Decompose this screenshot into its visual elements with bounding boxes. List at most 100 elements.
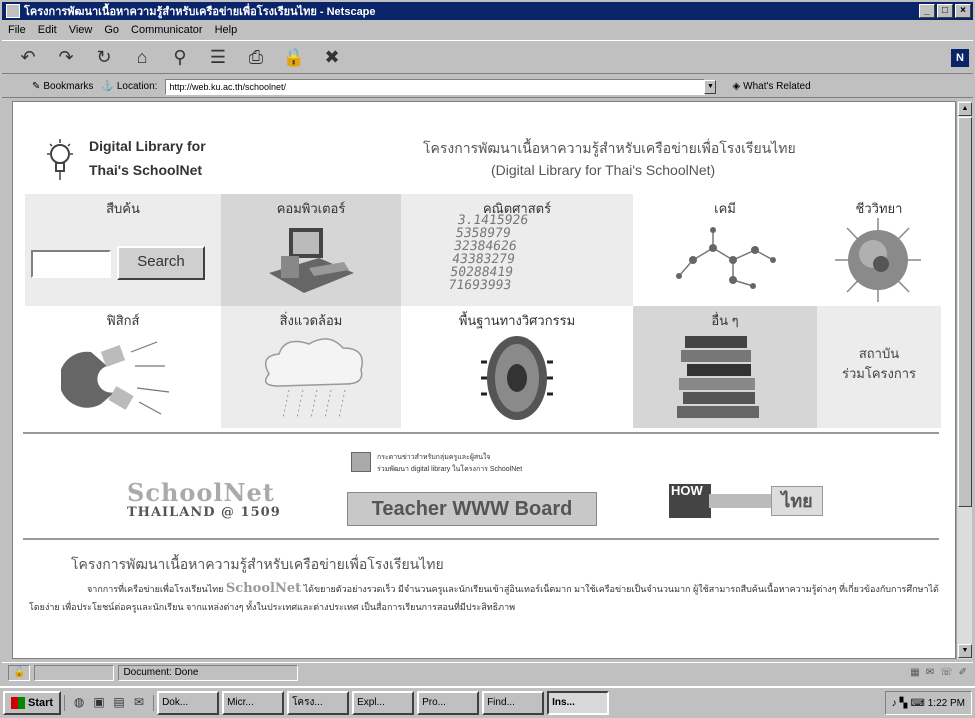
netscape-app-icon xyxy=(6,4,20,18)
computer-icon xyxy=(269,228,354,293)
cell-organism-icon xyxy=(835,218,921,302)
url-field[interactable]: http://web.ku.ac.th/schoolnet/ xyxy=(165,78,706,95)
menu-file[interactable]: File xyxy=(8,24,26,36)
forward-icon[interactable]: ↷ xyxy=(54,45,78,69)
vertical-scrollbar[interactable]: ▲ ▼ xyxy=(956,101,972,659)
whats-related-label: What's Related xyxy=(743,81,811,92)
para-start: จากการที่เครือข่ายเพื่อโรงเรียนไทย xyxy=(87,584,224,594)
start-label: Start xyxy=(28,697,54,709)
partners-line-2: ร่วมโครงการ xyxy=(841,366,916,381)
board-icon xyxy=(351,452,371,472)
guide-icon[interactable]: ☰ xyxy=(206,45,230,69)
close-button[interactable]: × xyxy=(955,4,971,18)
outlook-icon[interactable]: ✉ xyxy=(131,695,147,711)
print-icon[interactable]: ⎙ xyxy=(244,45,268,69)
category-engineering[interactable]: พื้นฐานทางวิศวกรรม xyxy=(401,306,633,428)
menu-view[interactable]: View xyxy=(69,24,93,36)
location-icon: ⚓ xyxy=(101,81,114,92)
system-tray: ♪ ▚ ⌨ 1:22 PM xyxy=(884,691,972,715)
category-physics[interactable]: ฟิสิกส์ xyxy=(25,306,221,428)
start-button[interactable]: Start xyxy=(3,691,62,715)
task-button[interactable]: Dok... xyxy=(157,691,220,715)
navigator-icon[interactable]: ▦ xyxy=(910,667,919,678)
quick-launch: ◍ ▣ ▤ ✉ xyxy=(64,695,155,711)
keyboard-icon[interactable]: ⌨ xyxy=(910,698,924,709)
clock[interactable]: 1:22 PM xyxy=(928,698,965,709)
bookmarks-label: Bookmarks xyxy=(43,81,94,92)
windows-taskbar: Start ◍ ▣ ▤ ✉ Dok... Micr... โครง... Exp… xyxy=(0,686,975,718)
digital-library-logo[interactable]: Digital Library for Thai's SchoolNet xyxy=(35,132,295,192)
network-icon[interactable]: ▚ xyxy=(900,698,908,709)
task-button[interactable]: Expl... xyxy=(352,691,415,715)
mail-icon[interactable]: ✉ xyxy=(926,667,934,678)
reload-icon[interactable]: ↻ xyxy=(92,45,116,69)
menu-go[interactable]: Go xyxy=(104,24,119,36)
category-environment-label: สิ่งแวดล้อม xyxy=(279,313,343,328)
search-icon[interactable]: ⚲ xyxy=(168,45,192,69)
intro-paragraph: จากการที่เครือข่ายเพื่อโรงเรียนไทย Schoo… xyxy=(29,580,941,616)
security-status-icon[interactable]: 🔓 xyxy=(8,664,31,681)
status-bar: 🔓 Document: Done ▦ ✉ ☏ ✐ xyxy=(2,662,973,682)
category-chemistry-label: เคมี xyxy=(714,201,736,216)
category-environment[interactable]: สิ่งแวดล้อม xyxy=(221,306,401,428)
banner-bar xyxy=(709,494,771,508)
volume-icon[interactable]: ♪ xyxy=(892,698,897,709)
netscape-logo[interactable]: N xyxy=(951,49,969,67)
scroll-up-arrow[interactable]: ▲ xyxy=(958,102,972,116)
back-icon[interactable]: ↶ xyxy=(16,45,40,69)
menu-bar: File Edit View Go Communicator Help xyxy=(2,21,973,39)
home-icon[interactable]: ⌂ xyxy=(130,45,154,69)
section-divider-top xyxy=(23,432,939,434)
bookmarks-button[interactable]: ✎ Bookmarks xyxy=(32,81,93,92)
category-math[interactable]: คณิตศาสตร์ 3.1415926 5358979 32384626 43… xyxy=(401,194,633,306)
category-others[interactable]: อื่น ๆ xyxy=(633,306,817,428)
task-button-active[interactable]: Ins... xyxy=(547,691,610,715)
task-button[interactable]: Pro... xyxy=(417,691,480,715)
gear-icon xyxy=(481,336,553,420)
task-button[interactable]: Micr... xyxy=(222,691,285,715)
section-title: โครงการพัฒนาเนื้อหาความรู้สำหรับเครือข่า… xyxy=(71,556,444,572)
page-title-english: (Digital Library for Thai's SchoolNet) xyxy=(491,162,716,178)
category-chemistry[interactable]: เคมี xyxy=(633,194,817,306)
status-text: Document: Done xyxy=(118,664,299,681)
security-icon[interactable]: 🔒 xyxy=(282,45,306,69)
schoolnet-thailand-logo[interactable]: SchoolNet THAILAND @ 1509 xyxy=(127,478,317,532)
scroll-down-arrow[interactable]: ▼ xyxy=(958,644,972,658)
page-title-thai: โครงการพัฒนาเนื้อหาความรู้สำหรับเครือข่า… xyxy=(423,140,796,156)
partners-label: สถาบัน ร่วมโครงการ xyxy=(817,344,941,384)
menu-edit[interactable]: Edit xyxy=(38,24,57,36)
page-content: Digital Library for Thai's SchoolNet โคร… xyxy=(12,101,956,659)
task-button[interactable]: Find... xyxy=(482,691,545,715)
category-biology[interactable]: ชีววิทยา xyxy=(817,194,941,306)
related-icon: ◈ xyxy=(732,81,741,92)
logo-line-1: Digital Library for xyxy=(89,138,206,154)
stop-icon[interactable]: ✖ xyxy=(320,45,344,69)
search-button[interactable]: Search xyxy=(117,246,205,280)
category-physics-label: ฟิสิกส์ xyxy=(106,313,140,328)
how-to-thai-banner[interactable]: HOW ไทย xyxy=(669,484,847,522)
molecule-icon xyxy=(676,227,776,289)
menu-communicator[interactable]: Communicator xyxy=(131,24,203,36)
how-label: HOW xyxy=(669,484,711,518)
magnet-icon xyxy=(61,341,170,415)
task-button[interactable]: โครง... xyxy=(287,691,350,715)
url-dropdown-button[interactable]: ▼ xyxy=(704,79,717,94)
whats-related-button[interactable]: ◈ What's Related xyxy=(732,81,810,92)
search-input[interactable] xyxy=(31,250,111,278)
minimize-button[interactable]: _ xyxy=(919,4,935,18)
lightbulb-icon xyxy=(47,139,73,180)
ie-icon[interactable]: ◍ xyxy=(71,695,87,711)
menu-help[interactable]: Help xyxy=(215,24,238,36)
scroll-thumb[interactable] xyxy=(958,117,972,507)
logo-line-2: Thai's SchoolNet xyxy=(89,162,203,178)
partner-institutes-link[interactable]: สถาบัน ร่วมโครงการ xyxy=(817,306,941,428)
channels-icon[interactable]: ▤ xyxy=(111,695,127,711)
discussion-icon[interactable]: ☏ xyxy=(940,667,953,678)
notice-line-2: ร่วมพัฒนา digital library ในโครงการ Scho… xyxy=(377,466,523,473)
maximize-button[interactable]: □ xyxy=(937,4,953,18)
desktop-icon[interactable]: ▣ xyxy=(91,695,107,711)
composer-icon[interactable]: ✐ xyxy=(959,667,967,678)
category-computer[interactable]: คอมพิวเตอร์ xyxy=(221,194,401,306)
teacher-www-board-button[interactable]: Teacher WWW Board xyxy=(347,492,597,526)
title-bar[interactable]: โครงการพัฒนาเนื้อหาความรู้สำหรับเครือข่า… xyxy=(2,2,973,20)
